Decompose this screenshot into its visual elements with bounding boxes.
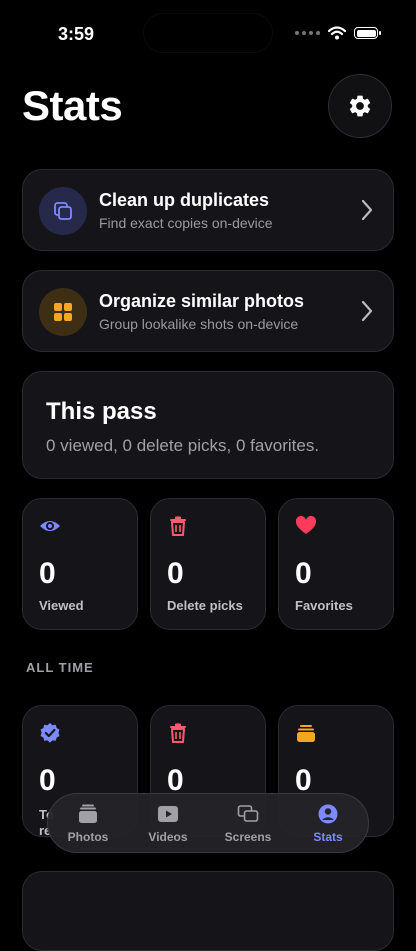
this-pass-title: This pass bbox=[46, 398, 157, 425]
stat-label: Viewed bbox=[39, 598, 84, 613]
this-pass-summary: 0 viewed, 0 delete picks, 0 favorites. bbox=[46, 436, 320, 455]
stat-label: Delete picks bbox=[167, 598, 243, 613]
stat-label: Favorites bbox=[295, 598, 353, 613]
heart-icon bbox=[295, 515, 317, 534]
battery-icon bbox=[354, 27, 381, 39]
stat-value: 0 bbox=[295, 557, 312, 590]
stat-value: 0 bbox=[167, 557, 184, 590]
tab-label: Photos bbox=[67, 830, 109, 844]
all-time-section-label: ALL TIME bbox=[26, 660, 94, 675]
chevron-right-icon bbox=[361, 199, 373, 221]
tab-videos[interactable]: Videos bbox=[128, 794, 208, 854]
tab-screens[interactable]: Screens bbox=[208, 794, 288, 854]
play-icon bbox=[158, 806, 178, 822]
stat-card-delete-picks: 0 Delete picks bbox=[150, 498, 266, 630]
organize-similar-card[interactable]: Organize similar photos Group lookalike … bbox=[22, 270, 394, 352]
status-bar: 3:59 bbox=[0, 0, 416, 70]
action-title: Organize similar photos bbox=[99, 291, 305, 311]
stack-icon bbox=[297, 725, 315, 742]
stat-card-viewed: 0 Viewed bbox=[22, 498, 138, 630]
tab-stats[interactable]: Stats bbox=[288, 794, 368, 854]
tab-label: Screens bbox=[224, 830, 272, 844]
page-title: Stats bbox=[22, 82, 123, 129]
wifi-icon bbox=[328, 26, 346, 40]
tab-photos[interactable]: Photos bbox=[48, 794, 128, 854]
grid-icon bbox=[54, 303, 72, 321]
grid-icon-badge bbox=[39, 288, 87, 336]
eye-icon bbox=[40, 521, 60, 531]
action-title: Clean up duplicates bbox=[99, 190, 270, 210]
verified-badge-icon bbox=[40, 723, 60, 743]
chevron-right-icon bbox=[361, 300, 373, 322]
stat-value: 0 bbox=[39, 557, 56, 590]
status-time: 3:59 bbox=[58, 24, 95, 44]
trash-icon bbox=[170, 723, 186, 743]
person-icon bbox=[318, 804, 338, 824]
this-pass-card: This pass 0 viewed, 0 delete picks, 0 fa… bbox=[22, 371, 394, 479]
dynamic-island bbox=[144, 14, 272, 52]
settings-button[interactable] bbox=[328, 74, 392, 138]
gear-icon bbox=[349, 95, 371, 117]
action-subtitle: Group lookalike shots on-device bbox=[99, 316, 299, 332]
tab-label: Videos bbox=[148, 830, 188, 844]
duplicate-icon bbox=[54, 202, 72, 220]
clean-duplicates-card[interactable]: Clean up duplicates Find exact copies on… bbox=[22, 169, 394, 251]
duplicate-icon-badge bbox=[39, 187, 87, 235]
action-subtitle: Find exact copies on-device bbox=[99, 215, 273, 231]
tab-label: Stats bbox=[313, 830, 343, 844]
photos-icon bbox=[79, 804, 97, 823]
stat-value: 0 bbox=[39, 764, 56, 797]
screens-icon bbox=[237, 805, 259, 822]
stat-card-favorites: 0 Favorites bbox=[278, 498, 394, 630]
next-card-partial bbox=[22, 871, 394, 951]
tab-bar: Photos Videos Screens Stats bbox=[47, 793, 369, 853]
cellular-signal-icon bbox=[295, 31, 320, 35]
trash-icon bbox=[170, 516, 186, 536]
status-icons bbox=[295, 26, 381, 40]
